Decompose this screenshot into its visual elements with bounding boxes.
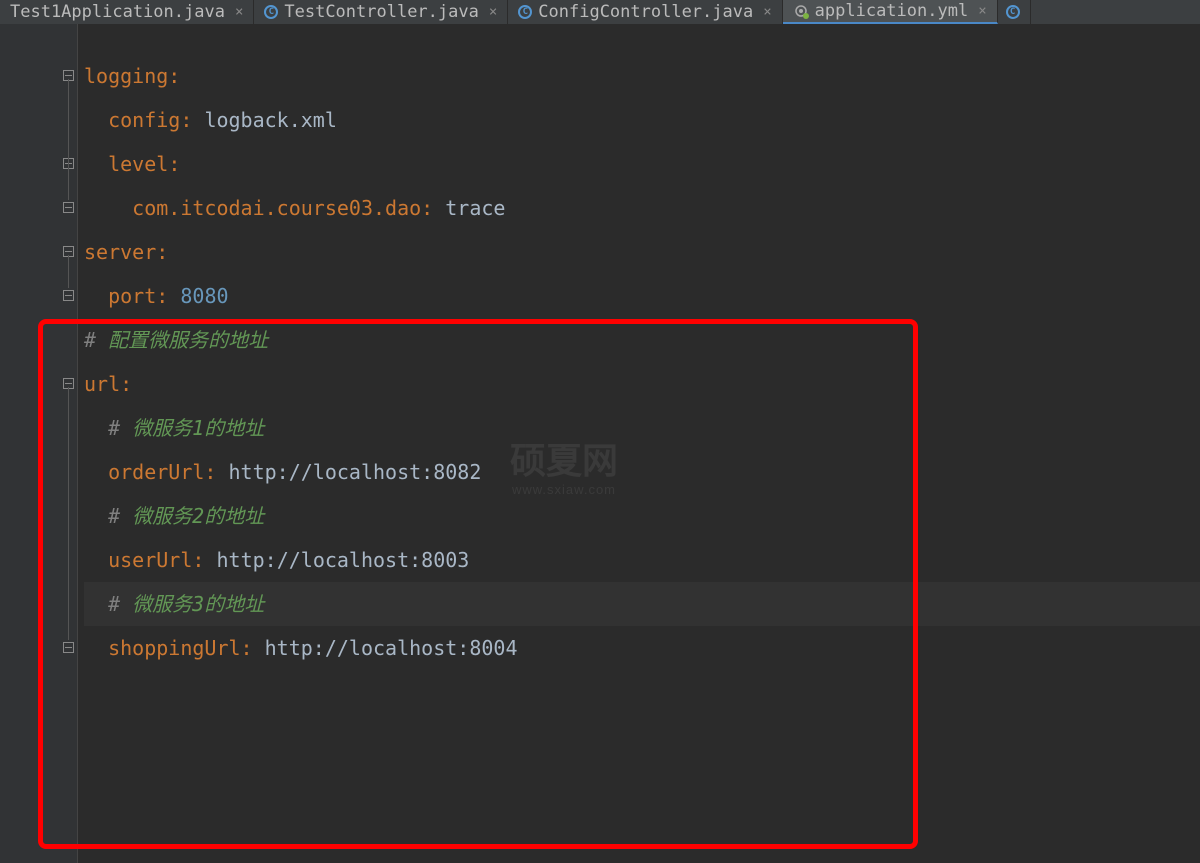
tab-label: TestController.java [284,2,478,22]
tab-label: ConfigController.java [538,2,753,22]
yaml-key: server [84,230,156,274]
code-line[interactable]: userUrl: http://localhost:8003 [84,538,1200,582]
yaml-value: http://localhost:8082 [229,450,482,494]
yaml-colon: : [180,98,204,142]
tab-label: Test1Application.java [10,2,225,22]
code-line[interactable]: # 微服务1的地址 [84,406,1200,450]
yaml-value: 8080 [180,274,228,318]
comment-text: 微服务2的地址 [132,494,264,538]
yaml-key: level [108,142,168,186]
code-line[interactable]: level: [84,142,1200,186]
tab-partial[interactable]: C [998,0,1031,24]
code-content[interactable]: logging: config: logback.xml level: com.… [78,24,1200,863]
yaml-value: http://localhost:8004 [265,626,518,670]
comment-text: 微服务3的地址 [132,582,264,626]
java-class-icon: C [264,5,278,19]
tab-testcontroller[interactable]: C TestController.java × [254,0,508,24]
editor-gutter [0,24,78,863]
editor-tabs-bar: Test1Application.java × C TestController… [0,0,1200,24]
yaml-key: userUrl [108,538,192,582]
yaml-colon: : [156,274,180,318]
close-icon[interactable]: × [763,4,771,20]
close-icon[interactable]: × [489,4,497,20]
editor-area: logging: config: logback.xml level: com.… [0,24,1200,863]
java-class-icon: C [1006,5,1020,19]
fold-guide-line [68,167,69,200]
fold-handle-icon[interactable] [61,200,75,214]
java-class-icon: C [518,5,532,19]
fold-handle-icon[interactable] [61,640,75,654]
code-line[interactable]: # 微服务3的地址 [84,582,1200,626]
yaml-value: http://localhost:8003 [216,538,469,582]
yaml-key: port [108,274,156,318]
close-icon[interactable]: × [978,3,986,19]
tab-label: application.yml [815,1,969,21]
comment-hash: # [108,494,132,538]
yaml-key: shoppingUrl [108,626,240,670]
code-line[interactable]: config: logback.xml [84,98,1200,142]
comment-hash: # [108,406,132,450]
yaml-colon: : [421,186,445,230]
comment-hash: # [108,582,132,626]
yaml-key: url [84,362,120,406]
yml-file-icon [793,3,809,19]
yaml-colon: : [192,538,216,582]
code-line[interactable]: # 配置微服务的地址 [84,318,1200,362]
code-line[interactable]: logging: [84,54,1200,98]
fold-guide-line [68,255,69,288]
fold-handle-icon[interactable] [61,288,75,302]
yaml-colon: : [168,54,180,98]
yaml-key: com.itcodai.course03.dao [132,186,421,230]
yaml-colon: : [241,626,265,670]
code-line[interactable]: orderUrl: http://localhost:8082 [84,450,1200,494]
code-line[interactable]: com.itcodai.course03.dao: trace [84,186,1200,230]
tab-application-yml[interactable]: application.yml × [783,0,998,24]
yaml-value: trace [445,186,505,230]
comment-hash: # [84,318,108,362]
code-line[interactable]: server: [84,230,1200,274]
yaml-colon: : [168,142,180,186]
yaml-key: orderUrl [108,450,204,494]
yaml-colon: : [204,450,228,494]
code-line[interactable]: # 微服务2的地址 [84,494,1200,538]
yaml-colon: : [156,230,168,274]
tab-configcontroller[interactable]: C ConfigController.java × [508,0,782,24]
yaml-key: config [108,98,180,142]
code-line[interactable]: shoppingUrl: http://localhost:8004 [84,626,1200,670]
code-line[interactable]: url: [84,362,1200,406]
comment-text: 配置微服务的地址 [108,318,268,362]
comment-text: 微服务1的地址 [132,406,264,450]
fold-guide-line [68,387,69,640]
yaml-value: logback.xml [204,98,336,142]
yaml-key: logging [84,54,168,98]
close-icon[interactable]: × [235,4,243,20]
yaml-colon: : [120,362,132,406]
code-line[interactable]: port: 8080 [84,274,1200,318]
tab-test1application[interactable]: Test1Application.java × [0,0,254,24]
